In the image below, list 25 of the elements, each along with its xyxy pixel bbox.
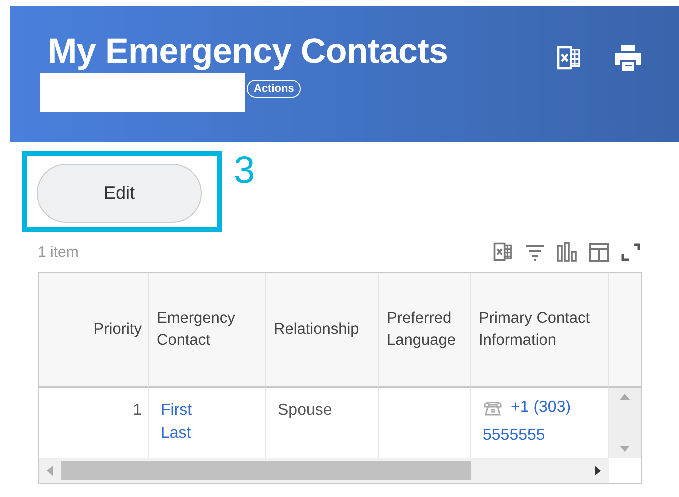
spreadsheet-icon[interactable]	[492, 241, 514, 263]
phone-icon	[483, 399, 503, 417]
column-header: Emergency Contact	[157, 308, 236, 350]
table-cell: Spouse	[278, 402, 332, 419]
horizontal-scrollbar[interactable]	[39, 458, 609, 483]
scroll-right-icon[interactable]	[595, 466, 601, 476]
phone-link[interactable]: +1 (303)	[511, 394, 572, 422]
table-cell: 1	[133, 402, 142, 419]
layout-icon[interactable]	[588, 241, 610, 263]
column-header: Priority	[94, 320, 142, 340]
page-title: My Emergency Contacts	[47, 32, 448, 72]
item-count: 1 item	[38, 244, 79, 260]
print-icon[interactable]	[613, 44, 643, 72]
expand-icon[interactable]	[620, 241, 642, 263]
column-header: Primary Contact Information	[479, 308, 592, 350]
scrollbar-thumb[interactable]	[61, 461, 471, 480]
column-header: Preferred Language	[387, 308, 457, 350]
step-number: 3	[234, 151, 256, 191]
phone-link[interactable]: 5555555	[483, 422, 546, 450]
column-header: Relationship	[274, 320, 360, 340]
spreadsheet-icon[interactable]	[555, 44, 583, 72]
actions-button[interactable]: Actions	[247, 80, 302, 98]
contact-link[interactable]: First Last	[161, 399, 211, 445]
bar-chart-icon[interactable]	[556, 241, 578, 263]
edit-button[interactable]: Edit	[37, 164, 202, 223]
